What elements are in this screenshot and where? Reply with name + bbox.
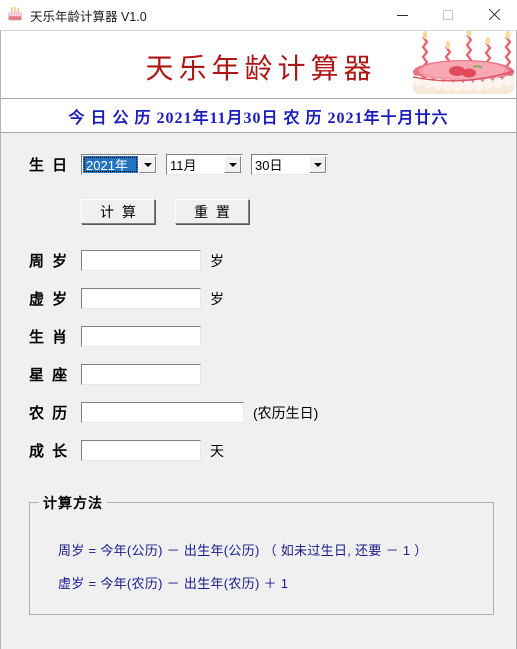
shengxiao-field[interactable]: [81, 326, 201, 347]
window-controls: [379, 0, 517, 30]
xusui-suffix: 岁: [210, 290, 224, 307]
close-button[interactable]: [471, 0, 517, 30]
calculation-method-group: 计算方法 周岁 = 今年(公历) － 出生年(公历) （ 如未过生日, 还要 －…: [29, 493, 494, 615]
chevron-down-icon[interactable]: [139, 156, 156, 173]
birth-year-value: 2021年: [83, 156, 138, 173]
calculate-button[interactable]: 计 算: [81, 199, 155, 224]
xusui-label: 虚 岁: [29, 291, 70, 308]
xusui-field[interactable]: [81, 288, 201, 309]
calculation-method-legend: 计算方法: [39, 493, 107, 513]
chevron-down-icon[interactable]: [224, 156, 241, 173]
chengzhang-suffix: 天: [210, 442, 224, 459]
chengzhang-label: 成 长: [29, 443, 70, 460]
maximize-icon: [443, 10, 453, 20]
minimize-icon: [396, 14, 408, 16]
formula-zhousui: 周岁 = 今年(公历) － 出生年(公历) （ 如未过生日, 还要 － 1 ）: [58, 543, 428, 558]
birth-day-select[interactable]: 30日: [251, 154, 328, 175]
cake-icon: [7, 6, 23, 23]
birthday-cake-image: [411, 31, 516, 98]
client-area: 天乐年龄计算器 今 日 公 历 2021年11月30日 农 历 2021年十月廿…: [0, 30, 517, 649]
form-area: 生 日 2021年 11月 30日 计 算 重 置 周 岁 岁 虚 岁 岁 生 …: [1, 133, 516, 649]
action-buttons-row: 计 算 重 置: [81, 199, 249, 224]
nongli-field[interactable]: [81, 402, 244, 423]
result-row-zhousui: 周 岁 岁: [29, 250, 224, 271]
result-row-nongli: 农 历 (农历生日): [29, 402, 318, 423]
window-title: 天乐年龄计算器 V1.0: [30, 9, 147, 24]
shengxiao-label: 生 肖: [29, 329, 70, 346]
birth-day-value: 30日: [255, 158, 283, 173]
nongli-label: 农 历: [29, 405, 70, 422]
result-row-xingzuo: 星 座: [29, 364, 210, 385]
zhousui-field[interactable]: [81, 250, 201, 271]
formula-xusui: 虚岁 = 今年(农历) － 出生年(农历) ＋ 1: [58, 576, 289, 591]
chevron-down-icon[interactable]: [309, 156, 326, 173]
app-window: 天乐年龄计算器 V1.0 天乐年龄计算器 今 日 公 历 2021年11月30日…: [0, 0, 517, 649]
result-row-shengxiao: 生 肖: [29, 326, 210, 347]
minimize-button[interactable]: [379, 0, 425, 30]
chengzhang-field[interactable]: [81, 440, 201, 461]
birth-year-select[interactable]: 2021年: [81, 154, 158, 175]
birthday-label: 生 日: [29, 157, 70, 174]
nongli-suffix: (农历生日): [253, 404, 319, 421]
app-banner: 天乐年龄计算器: [1, 31, 516, 99]
xingzuo-label: 星 座: [29, 367, 70, 384]
reset-button[interactable]: 重 置: [175, 199, 249, 224]
today-date-bar: 今 日 公 历 2021年11月30日 农 历 2021年十月廿六: [1, 99, 516, 133]
title-bar: 天乐年龄计算器 V1.0: [0, 0, 517, 30]
zhousui-suffix: 岁: [210, 252, 224, 269]
close-icon: [488, 9, 500, 21]
today-date-text: 今 日 公 历 2021年11月30日 农 历 2021年十月廿六: [68, 109, 449, 127]
xingzuo-field[interactable]: [81, 364, 201, 385]
result-row-chengzhang: 成 长 天: [29, 440, 224, 461]
zhousui-label: 周 岁: [29, 253, 70, 270]
birth-month-select[interactable]: 11月: [166, 154, 243, 175]
maximize-button[interactable]: [425, 0, 471, 30]
birth-month-value: 11月: [170, 158, 197, 173]
birthday-row: 生 日 2021年 11月 30日: [29, 154, 328, 175]
result-row-xusui: 虚 岁 岁: [29, 288, 224, 309]
